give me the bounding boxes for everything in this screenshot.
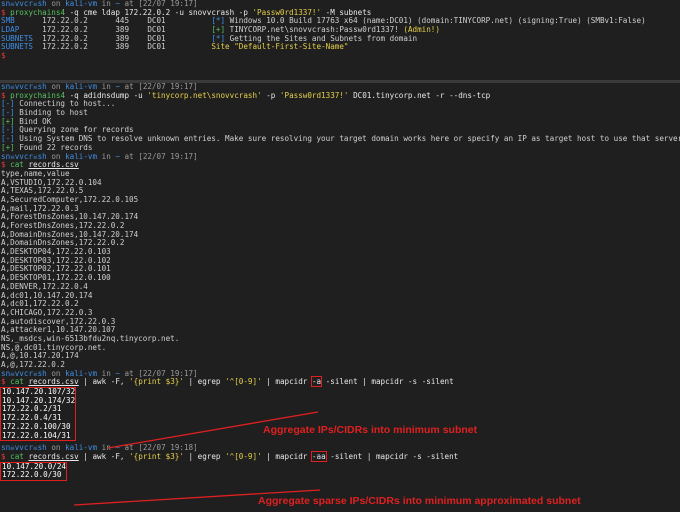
row-port: 389 [115, 33, 148, 43]
row-name: DC01 [147, 42, 212, 52]
log-line: [-] Using System DNS to resolve unknown … [0, 134, 680, 144]
flag-aa-highlight: -aa [310, 450, 327, 462]
csv-row: A,SecuredComputer,172.22.0.105 [1, 194, 139, 204]
row-ip: 172.22.0.2 [42, 25, 116, 35]
log-text: Bind OK [14, 116, 52, 126]
admin-badge: (Admin!) [403, 25, 440, 35]
row-tag: [*] [211, 16, 226, 26]
row-message: TINYCORP.net\snovvcrash:Passw0rd1337! [225, 25, 404, 35]
row-tag: [*] [211, 33, 226, 43]
command-line: $ cat records.csv | awk -F, '{print $3}'… [1, 376, 454, 388]
row-protocol: SUBNETS [1, 33, 43, 43]
csv-row: A,DESKTOP01,172.22.0.100 [1, 273, 111, 283]
row-ip: 172.22.0.2 [42, 16, 116, 26]
terminal-pane-top[interactable]: sn☠vvcr☠sh on kali-vm in ~ at [22/07 19:… [0, 0, 680, 80]
log-tag: [-] [1, 108, 15, 118]
csv-row: A,dc01,10.147.20.174 [1, 290, 93, 300]
csv-row: A,dc01,172.22.0.2 [1, 299, 79, 309]
adidnsdump-output: [-] Connecting to host... [-] Binding to … [0, 100, 680, 152]
command-line: $ cat records.csv | awk -F, '{print $3}'… [1, 450, 459, 462]
log-tag: [+] [1, 142, 15, 152]
row-message: Site "Default-First-Site-Name" [211, 42, 349, 52]
mapcidr-output-1: 10.147.20.107/32 10.147.20.174/32 172.22.0… [0, 387, 77, 442]
flag-a-highlight: -a [310, 376, 323, 388]
row-ip: 172.22.0.2 [42, 33, 116, 43]
csv-row: A,DENVER,172.22.0.4 [1, 281, 88, 291]
row-ip: 172.22.0.2 [42, 42, 116, 52]
row-tag: [+] [211, 25, 226, 35]
annotation-aggregate: Aggregate IPs/CIDRs into minimum subnet [263, 424, 478, 436]
row-message: Getting the Sites and Subnets from domai… [225, 33, 418, 43]
log-line: [-] Binding to host [0, 108, 680, 118]
row-port: 389 [115, 42, 148, 52]
terminal-window[interactable]: sn☠vvcr☠sh on kali-vm in ~ at [22/07 19:… [0, 0, 680, 512]
log-tag: [-] [1, 134, 15, 144]
row-name: DC01 [147, 25, 212, 35]
cidr-row: 172.22.0.104/31 [2, 430, 71, 440]
mapcidr-output-2: 10.147.20.0/24 172.22.0.0/30 [0, 461, 68, 481]
log-text: Using System DNS to resolve unknown entr… [14, 134, 680, 144]
log-tag: [+] [1, 116, 15, 126]
row-message: Windows 10.0 Build 17763 x64 (name:DC01)… [225, 16, 646, 26]
row-port: 445 [115, 16, 148, 26]
log-text: Querying zone for records [14, 125, 134, 135]
log-text: Binding to host [14, 108, 88, 118]
csv-row: type,name,value [1, 168, 70, 178]
csv-output: type,name,value A,VSTUDIO,172.22.0.104 A,T… [0, 168, 680, 370]
cme-output: SMB 172.22.0.2 445 DC01 [*] Windows 10.0… [0, 17, 680, 52]
log-text: Found 22 records [14, 142, 93, 152]
prompt-line: sn☠vvcr☠sh on kali-vm in ~ at [22/07 19:… [1, 151, 198, 161]
cme-row: SUBNETS 172.22.0.2 389 DC01 Site "Defaul… [0, 43, 680, 52]
csv-row: A,VSTUDIO,172.22.0.104 [1, 177, 102, 187]
log-text: Connecting to host... [14, 99, 116, 109]
log-line: [-] Connecting to host... [0, 100, 680, 109]
row-protocol: LDAP [1, 25, 43, 35]
command-line: $ cat records.csv [1, 160, 79, 170]
empty-prompt: $ [1, 51, 6, 61]
cidr-row: 172.22.0.0/30 [2, 470, 62, 480]
row-protocol: SMB [1, 16, 43, 26]
row-name: DC01 [147, 16, 212, 26]
log-tag: [-] [1, 125, 15, 135]
terminal-pane-bottom[interactable]: sn☠vvcr☠sh on kali-vm in ~ at [22/07 19:… [0, 83, 680, 512]
csv-row: NS,@,dc01.tinycorp.net. [1, 342, 107, 352]
csv-row: A,@,10.147.20.174 [1, 351, 79, 361]
row-protocol: SUBNETS [1, 42, 43, 52]
log-tag: [-] [1, 99, 15, 109]
row-port: 389 [115, 25, 148, 35]
row-name: DC01 [147, 33, 212, 43]
annotation-aggregate-sparse: Aggregate sparse IPs/CIDRs into minimum … [258, 495, 581, 507]
